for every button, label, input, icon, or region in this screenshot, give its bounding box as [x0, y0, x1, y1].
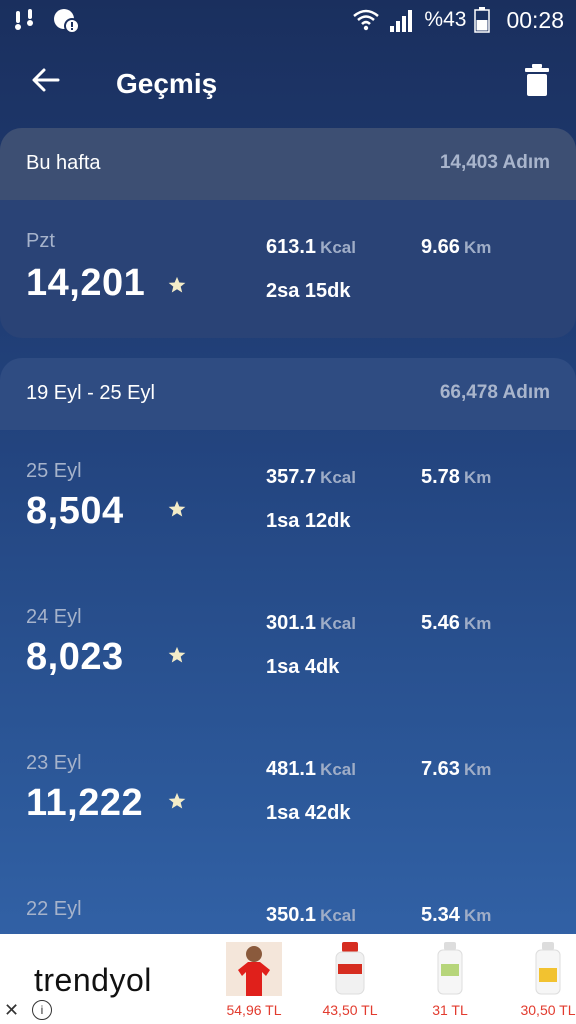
week-total: 14,403 Adım — [439, 152, 550, 173]
duration-stat: 1sa 4dk — [266, 656, 340, 678]
kcal-value: 350.1 — [266, 904, 317, 926]
km-value: 5.46 — [421, 612, 460, 634]
kcal-value: 357.7 — [266, 466, 317, 488]
km-unit: Km — [463, 238, 492, 257]
km-value: 5.78 — [421, 466, 460, 488]
this-week-section: Bu hafta 14,403 Adım Pzt 14,201 613.1 Kca… — [0, 128, 576, 338]
star-icon — [168, 792, 186, 809]
km-stat: 7.63 Km — [421, 758, 491, 781]
day-row[interactable]: 24 Eyl 8,023 301.1 Kcal 5.46 Km 1sa 4dk — [0, 576, 576, 722]
kcal-unit: Kcal — [320, 760, 356, 779]
battery-icon — [474, 7, 491, 33]
kcal-stat: 301.1 Kcal — [266, 612, 356, 635]
notification-icon — [15, 9, 33, 30]
day-label: 25 Eyl — [26, 460, 82, 482]
km-unit: Km — [463, 906, 492, 925]
app-bar: Geçmiş — [0, 40, 576, 128]
day-label: 22 Eyl — [26, 898, 82, 920]
km-stat: 5.78 Km — [421, 466, 491, 489]
ad-product[interactable]: 54,96 TL — [214, 940, 294, 1020]
star-icon — [168, 500, 186, 517]
day-row[interactable]: 25 Eyl 8,504 357.7 Kcal 5.78 Km 1sa 12dk — [0, 430, 576, 576]
battery-percent: %43 — [424, 8, 467, 31]
step-count: 8,504 — [26, 490, 124, 532]
km-unit: Km — [463, 760, 492, 779]
app-notification-icon — [54, 9, 80, 34]
step-count: 8,023 — [26, 636, 124, 678]
wifi-icon — [353, 9, 380, 31]
km-value: 7.63 — [421, 758, 460, 780]
kcal-unit: Kcal — [320, 468, 356, 487]
product-image — [226, 942, 282, 996]
signal-icon — [390, 10, 413, 32]
step-count: 14,201 — [26, 262, 146, 304]
ad-brand-logo[interactable]: trendyol — [34, 962, 152, 999]
kcal-unit: Kcal — [320, 906, 356, 925]
ad-product[interactable]: 31 TL — [410, 940, 490, 1020]
duration-stat: 2sa 15dk — [266, 280, 351, 302]
week-label: 19 Eyl - 25 Eyl — [26, 382, 155, 404]
km-stat: 9.66 Km — [421, 236, 491, 259]
close-icon[interactable]: ✕ — [4, 1000, 19, 1021]
week-header: Bu hafta 14,403 Adım — [0, 128, 576, 200]
km-unit: Km — [463, 614, 492, 633]
trash-icon[interactable] — [524, 62, 550, 98]
product-image — [335, 942, 365, 995]
kcal-unit: Kcal — [320, 238, 356, 257]
kcal-value: 301.1 — [266, 612, 317, 634]
product-price: 31 TL — [432, 1002, 468, 1018]
product-image — [535, 942, 561, 995]
week-header: 19 Eyl - 25 Eyl 66,478 Adım — [0, 358, 576, 430]
ad-product[interactable]: 43,50 TL — [310, 940, 390, 1020]
kcal-stat: 350.1 Kcal — [266, 904, 356, 927]
km-value: 9.66 — [421, 236, 460, 258]
ad-banner[interactable]: trendyol ✕ i 54,96 TL 43,50 TL 31 TL 30,… — [0, 934, 576, 1024]
day-row[interactable]: Pzt 14,201 613.1 Kcal 9.66 Km 2sa 15dk — [0, 200, 576, 338]
week-label: Bu hafta — [26, 152, 101, 174]
km-value: 5.34 — [421, 904, 460, 926]
info-icon[interactable]: i — [32, 1000, 52, 1020]
km-stat: 5.34 Km — [421, 904, 491, 927]
product-image — [437, 942, 463, 995]
kcal-value: 613.1 — [266, 236, 317, 258]
kcal-stat: 613.1 Kcal — [266, 236, 356, 259]
day-label: Pzt — [26, 230, 55, 252]
product-price: 30,50 TL — [520, 1002, 576, 1018]
back-arrow-icon[interactable] — [28, 62, 64, 98]
km-unit: Km — [463, 468, 492, 487]
star-icon — [168, 276, 186, 293]
ad-product[interactable]: 30,50 TL — [508, 940, 576, 1020]
km-stat: 5.46 Km — [421, 612, 491, 635]
day-label: 24 Eyl — [26, 606, 82, 628]
kcal-stat: 357.7 Kcal — [266, 466, 356, 489]
day-label: 23 Eyl — [26, 752, 82, 774]
product-price: 54,96 TL — [226, 1002, 282, 1018]
star-icon — [168, 646, 186, 663]
page-title: Geçmiş — [116, 68, 218, 99]
duration-stat: 1sa 42dk — [266, 802, 351, 824]
kcal-value: 481.1 — [266, 758, 317, 780]
week-total: 66,478 Adım — [439, 382, 550, 403]
previous-week-section: 19 Eyl - 25 Eyl 66,478 Adım 25 Eyl 8,504… — [0, 358, 576, 958]
step-count: 11,222 — [26, 782, 144, 824]
kcal-unit: Kcal — [320, 614, 356, 633]
clock: 00:28 — [506, 6, 564, 33]
duration-stat: 1sa 12dk — [266, 510, 351, 532]
product-price: 43,50 TL — [322, 1002, 378, 1018]
status-bar: %43 00:28 — [0, 0, 576, 40]
day-row[interactable]: 23 Eyl 11,222 481.1 Kcal 7.63 Km 1sa 42dk — [0, 722, 576, 868]
kcal-stat: 481.1 Kcal — [266, 758, 356, 781]
